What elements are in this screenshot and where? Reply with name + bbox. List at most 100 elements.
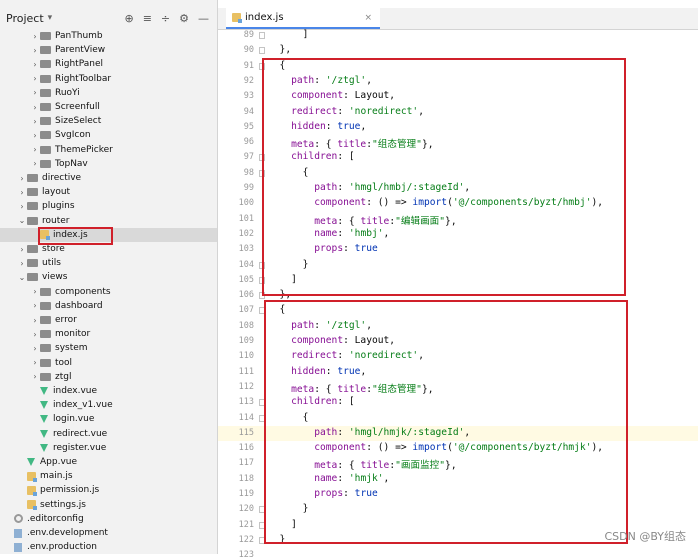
chevron-right-icon[interactable]: › (30, 74, 40, 83)
chevron-down-icon[interactable]: ⌄ (17, 273, 27, 282)
code-line[interactable]: }, (268, 289, 698, 300)
chevron-right-icon[interactable]: › (17, 188, 27, 197)
tree-item[interactable]: index.js (0, 227, 217, 242)
tree-item[interactable]: › tool (0, 356, 217, 370)
tree-item[interactable]: redirect.vue (0, 427, 217, 441)
code-line[interactable]: } (268, 259, 698, 270)
code-line[interactable]: name: 'hmjk', (268, 473, 698, 484)
tree-item[interactable]: .env.production (0, 540, 217, 554)
chevron-right-icon[interactable]: › (30, 145, 40, 154)
code-line[interactable]: children: [ (268, 396, 698, 407)
fold-marker-icon[interactable] (259, 47, 265, 55)
code-line[interactable]: { (268, 167, 698, 178)
fold-marker-icon[interactable] (259, 399, 265, 407)
chevron-right-icon[interactable]: › (30, 131, 40, 140)
fold-marker-icon[interactable] (259, 536, 265, 544)
tree-item[interactable]: › components (0, 285, 217, 299)
tree-item[interactable]: permission.js (0, 483, 217, 497)
fold-marker-icon[interactable] (259, 506, 265, 514)
expand-all-icon[interactable]: ≡ (143, 12, 152, 25)
code-line[interactable]: props: true (268, 488, 698, 499)
close-icon[interactable]: × (364, 13, 372, 23)
tree-item[interactable]: › ztgl (0, 370, 217, 384)
tree-item[interactable]: › store (0, 242, 217, 256)
chevron-right-icon[interactable]: › (30, 60, 40, 69)
code-line[interactable]: component: Layout, (268, 335, 698, 346)
code-line[interactable]: path: 'hmgl/hmbj/:stageId', (268, 182, 698, 193)
tree-item[interactable]: › utils (0, 256, 217, 270)
chevron-right-icon[interactable]: › (30, 46, 40, 55)
tree-item[interactable]: settings.js (0, 498, 217, 512)
tree-item[interactable]: index.vue (0, 384, 217, 398)
code-line[interactable]: hidden: true, (268, 121, 698, 132)
tree-item[interactable]: › ThemePicker (0, 143, 217, 157)
tree-item[interactable]: › RightPanel (0, 57, 217, 71)
chevron-right-icon[interactable]: › (17, 245, 27, 254)
tree-item[interactable]: ⌄ views (0, 270, 217, 284)
code-line[interactable]: redirect: 'noredirect', (268, 106, 698, 117)
gear-icon[interactable]: ⚙ (179, 12, 189, 25)
chevron-right-icon[interactable]: › (30, 103, 40, 112)
code-line[interactable]: { (268, 60, 698, 71)
tree-item[interactable]: › PanThumb (0, 29, 217, 43)
fold-marker-icon[interactable] (259, 154, 265, 162)
chevron-right-icon[interactable]: › (30, 301, 40, 310)
fold-marker-icon[interactable] (259, 521, 265, 529)
code-line[interactable]: ] (268, 274, 698, 285)
tree-item[interactable]: › SvgIcon (0, 128, 217, 142)
tree-item[interactable]: register.vue (0, 441, 217, 455)
code-line[interactable]: }, (268, 44, 698, 55)
tree-item[interactable]: › ParentView (0, 43, 217, 57)
tree-item[interactable]: › monitor (0, 327, 217, 341)
tree-item[interactable]: › plugins (0, 199, 217, 213)
fold-marker-icon[interactable] (259, 32, 265, 39)
code-line[interactable]: ] (268, 29, 698, 40)
code-line[interactable]: hidden: true, (268, 366, 698, 377)
chevron-right-icon[interactable]: › (30, 159, 40, 168)
tree-item[interactable]: › dashboard (0, 299, 217, 313)
code-line[interactable]: { (268, 304, 698, 315)
tree-item[interactable]: ⌄ router (0, 214, 217, 228)
fold-marker-icon[interactable] (259, 292, 265, 300)
chevron-down-icon[interactable]: ⌄ (17, 216, 27, 225)
tree-item[interactable]: › RightToolbar (0, 72, 217, 86)
chevron-right-icon[interactable]: › (30, 117, 40, 126)
fold-marker-icon[interactable] (259, 62, 265, 70)
chevron-right-icon[interactable]: › (17, 202, 27, 211)
code-line[interactable]: children: [ (268, 151, 698, 162)
fold-marker-icon[interactable] (259, 261, 265, 269)
chevron-right-icon[interactable]: › (30, 372, 40, 381)
code-line[interactable]: path: 'hmgl/hmjk/:stageId', (268, 427, 698, 438)
tree-item[interactable]: App.vue (0, 455, 217, 469)
code-line[interactable]: { (268, 412, 698, 423)
code-line[interactable]: name: 'hmbj', (268, 228, 698, 239)
tree-item[interactable]: › system (0, 341, 217, 355)
code-line[interactable]: component: () => import('@/components/by… (268, 197, 698, 208)
locate-icon[interactable]: ⊕ (124, 12, 133, 25)
code-line[interactable]: meta: { title:"画面监控"}, (268, 457, 698, 471)
chevron-down-icon[interactable]: ▾ (48, 13, 53, 23)
tree-item[interactable]: index_v1.vue (0, 398, 217, 412)
code-line[interactable]: } (268, 503, 698, 514)
tree-item[interactable]: .env.development (0, 526, 217, 540)
hide-panel-icon[interactable]: — (198, 12, 209, 25)
tree-item[interactable]: › Screenfull (0, 100, 217, 114)
fold-marker-icon[interactable] (259, 307, 265, 315)
chevron-right-icon[interactable]: › (30, 358, 40, 367)
collapse-all-icon[interactable]: ÷ (161, 12, 170, 25)
code-line[interactable]: props: true (268, 243, 698, 254)
tree-item[interactable]: .editorconfig (0, 512, 217, 526)
fold-marker-icon[interactable] (259, 414, 265, 422)
tree-item[interactable]: › directive (0, 171, 217, 185)
tree-item[interactable]: › RuoYi (0, 86, 217, 100)
code-line[interactable]: path: '/ztgl', (268, 75, 698, 86)
tree-item[interactable]: main.js (0, 469, 217, 483)
code-line[interactable]: meta: { title:"组态管理"}, (268, 381, 698, 395)
tree-item[interactable]: › layout (0, 185, 217, 199)
chevron-right-icon[interactable]: › (30, 88, 40, 97)
tree-item[interactable]: › error (0, 313, 217, 327)
project-panel-title[interactable]: Project (6, 12, 44, 25)
chevron-right-icon[interactable]: › (30, 330, 40, 339)
tree-item[interactable]: login.vue (0, 412, 217, 426)
tree-item[interactable]: › TopNav (0, 157, 217, 171)
